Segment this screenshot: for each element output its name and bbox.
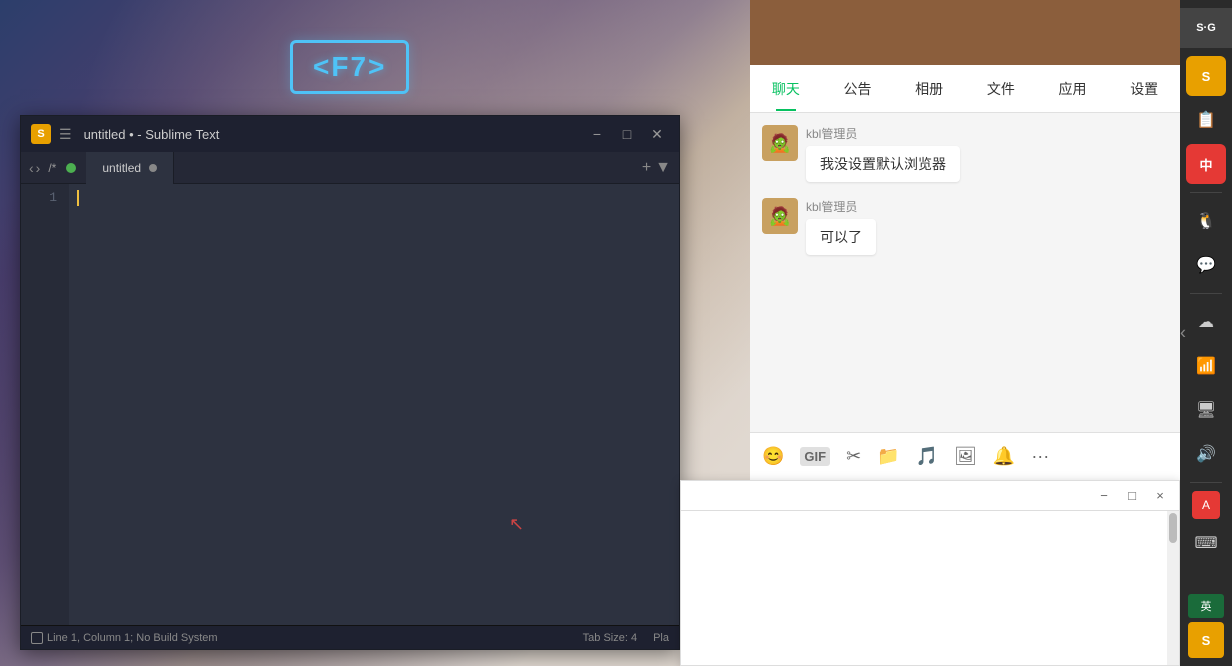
image-button[interactable]: 🖼 — [954, 446, 977, 467]
wifi-sidebar-icon[interactable]: 📶 — [1186, 346, 1226, 386]
window-controls: − □ ✕ — [585, 122, 669, 146]
lang-en-button[interactable]: 英 — [1188, 594, 1224, 618]
volume-sidebar-icon[interactable]: 🔊 — [1186, 434, 1226, 474]
secondary-scrollbar[interactable] — [1167, 511, 1179, 665]
message-content-1: kbl管理员 我没设置默认浏览器 — [806, 125, 960, 182]
tab-dropdown-button[interactable]: ▼ — [655, 159, 671, 177]
folder-button[interactable]: 📁 — [877, 446, 899, 467]
sublime-titlebar: S ☰ untitled • - Sublime Text − □ ✕ — [21, 116, 679, 152]
avatar-2: 🧟 — [762, 198, 798, 234]
toolbar-path: /* — [48, 161, 56, 175]
editor-body: 1 ↖ — [21, 184, 679, 625]
tab-unsaved-dot — [149, 164, 157, 172]
line-numbers: 1 — [21, 184, 69, 625]
secondary-titlebar: − □ × — [681, 481, 1179, 511]
secondary-body — [681, 511, 1179, 665]
chat-nav-notice[interactable]: 公告 — [822, 67, 894, 111]
monitor-sidebar-icon[interactable]: 🖥 — [1186, 390, 1226, 430]
sublime-logo: S — [31, 124, 51, 144]
sublime-toolbar: ‹ › /* untitled + ▼ — [21, 152, 679, 184]
sidebar-divider-1 — [1190, 192, 1222, 193]
cloud-sidebar-icon[interactable]: ☁ — [1186, 302, 1226, 342]
sidebar-divider-2 — [1190, 293, 1222, 294]
gif-button[interactable]: GIF — [800, 447, 830, 466]
status-right: Tab Size: 4 Pla — [583, 632, 669, 644]
chinese-sidebar-icon[interactable]: 中 — [1186, 144, 1226, 184]
maximize-button[interactable]: □ — [615, 122, 639, 146]
chat-nav-files[interactable]: 文件 — [965, 67, 1037, 111]
chat-toolbar: 😊 GIF ✂ 📁 🎵 🖼 🔔 ··· — [750, 432, 1180, 480]
f7-key-label: <F7> — [290, 40, 409, 94]
encoding-label: Pla — [653, 632, 669, 644]
sec-minimize-button[interactable]: − — [1093, 485, 1115, 507]
sec-maximize-button[interactable]: □ — [1121, 485, 1143, 507]
sidebar-collapse-arrow[interactable]: ‹ — [1180, 323, 1186, 344]
bell-button[interactable]: 🔔 — [993, 446, 1015, 467]
qq-sidebar-icon[interactable]: 🐧 — [1186, 201, 1226, 241]
status-indicator — [31, 632, 43, 644]
nav-forward-icon[interactable]: › — [36, 160, 41, 176]
message-group-2: 🧟 kbl管理员 可以了 — [762, 198, 1168, 255]
chat-nav-chat[interactable]: 聊天 — [750, 67, 822, 111]
message-bubble-1: 我没设置默认浏览器 — [806, 146, 960, 182]
sublime-statusbar: Line 1, Column 1; No Build System Tab Si… — [21, 625, 679, 649]
chat-nav-album[interactable]: 相册 — [893, 67, 965, 111]
wechat-sidebar-icon[interactable]: 💬 — [1186, 245, 1226, 285]
tab-size-label: Tab Size: 4 — [583, 632, 637, 644]
chat-panel: 聊天 公告 相册 文件 应用 设置 🧟 kbl管理员 我没设置默认浏览器 🧟 k… — [750, 0, 1180, 480]
cursor-line — [77, 188, 671, 208]
text-cursor — [77, 190, 79, 206]
music-button[interactable]: 🎵 — [916, 446, 938, 467]
keyboard-sidebar-icon[interactable]: ⌨ — [1186, 523, 1226, 563]
chat-nav: 聊天 公告 相册 文件 应用 设置 — [750, 65, 1180, 113]
sg-logo-text: S·G — [1196, 22, 1216, 34]
sublime-title: untitled • - Sublime Text — [84, 127, 577, 142]
input-red-sidebar-icon[interactable]: A — [1192, 491, 1220, 519]
menu-icon[interactable]: ☰ — [59, 126, 72, 143]
status-line-col: Line 1, Column 1; No Build System — [47, 632, 218, 644]
tab-untitled[interactable]: untitled — [86, 152, 174, 184]
cursor-pointer-icon: ↖ — [509, 514, 524, 535]
avatar-1: 🧟 — [762, 125, 798, 161]
chat-messages: 🧟 kbl管理员 我没设置默认浏览器 🧟 kbl管理员 可以了 — [750, 113, 1180, 432]
sec-close-button[interactable]: × — [1149, 485, 1171, 507]
message-bubble-2: 可以了 — [806, 219, 876, 255]
sublime-bottom-icon[interactable]: S — [1188, 622, 1224, 658]
nav-back-icon[interactable]: ‹ — [29, 160, 34, 176]
close-button[interactable]: ✕ — [645, 122, 669, 146]
sublime-text-window: S ☰ untitled • - Sublime Text − □ ✕ ‹ › … — [20, 115, 680, 650]
sender-1: kbl管理员 — [806, 125, 960, 142]
right-sidebar: S·G S 📋 中 🐧 💬 ☁ 📶 🖥 🔊 A ⌨ 英 S ‹ — [1180, 0, 1232, 666]
toolbar-nav[interactable]: ‹ › — [29, 160, 40, 176]
scrollbar-thumb — [1169, 513, 1177, 543]
more-button[interactable]: ··· — [1031, 446, 1049, 467]
tab-actions: + ▼ — [642, 159, 671, 177]
chat-nav-settings[interactable]: 设置 — [1108, 67, 1180, 111]
minimize-button[interactable]: − — [585, 122, 609, 146]
sender-2: kbl管理员 — [806, 198, 876, 215]
emoji-button[interactable]: 😊 — [762, 446, 784, 467]
status-dot — [66, 163, 76, 173]
code-area[interactable]: ↖ — [69, 184, 679, 625]
sidebar-divider-3 — [1190, 482, 1222, 483]
cut-button[interactable]: ✂ — [846, 446, 861, 467]
sublime-sidebar-icon[interactable]: S — [1186, 56, 1226, 96]
tab-area: untitled — [86, 152, 637, 184]
notepad-sidebar-icon[interactable]: 📋 — [1186, 100, 1226, 140]
add-tab-button[interactable]: + — [642, 159, 651, 177]
chat-nav-apps[interactable]: 应用 — [1037, 67, 1109, 111]
chat-header-bg — [750, 0, 1180, 65]
tab-label: untitled — [102, 161, 141, 175]
status-left: Line 1, Column 1; No Build System — [31, 632, 218, 644]
message-content-2: kbl管理员 可以了 — [806, 198, 876, 255]
line-number-1: 1 — [21, 188, 69, 208]
message-group-1: 🧟 kbl管理员 我没设置默认浏览器 — [762, 125, 1168, 182]
secondary-window: − □ × — [680, 480, 1180, 666]
